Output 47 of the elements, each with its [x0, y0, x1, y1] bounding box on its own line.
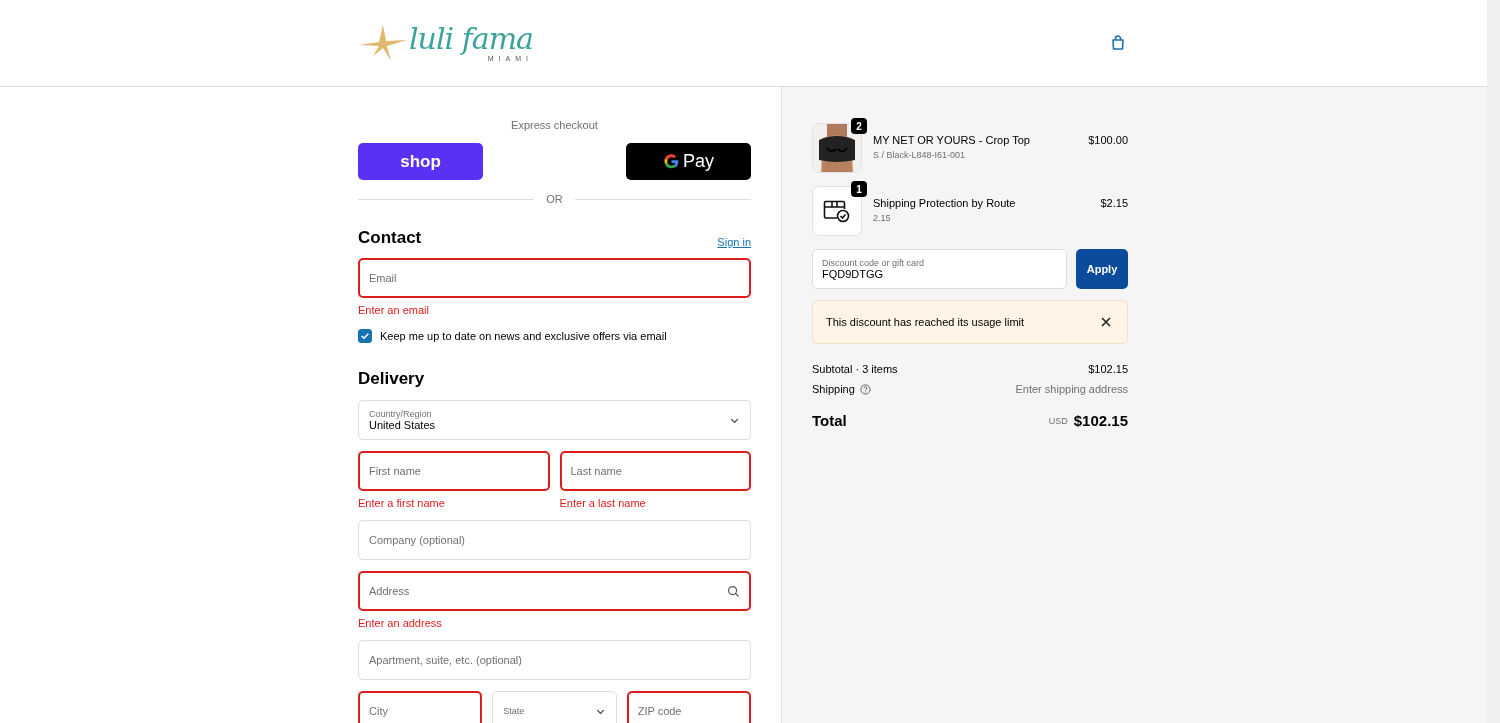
input-field[interactable]: First name: [358, 451, 550, 491]
error-message: Enter a last name: [559, 497, 647, 509]
package-check-icon: [823, 199, 851, 223]
shop-pay-button[interactable]: shop: [358, 143, 483, 180]
checkbox[interactable]: [358, 329, 372, 343]
delivery-heading: Delivery: [358, 369, 426, 389]
search-icon: [727, 584, 740, 598]
select-field[interactable]: State: [492, 691, 617, 723]
error-message: Enter an email: [358, 304, 430, 316]
summary-value: $102.15: [1088, 363, 1128, 375]
email-field[interactable]: Email: [358, 258, 751, 298]
help-icon[interactable]: [859, 383, 871, 395]
address-field[interactable]: Address: [358, 571, 751, 611]
checkbox-label: Keep me up to date on news and exclusive offers via email: [380, 330, 667, 342]
logo-script: luli fama: [409, 24, 533, 54]
product-price: $100.00: [1088, 133, 1128, 146]
product-variant: S / Black-L848-I61-001: [873, 150, 967, 160]
error-message: Enter a first name: [358, 497, 446, 509]
contact-heading: Contact: [358, 228, 422, 248]
summary-label: Shipping: [812, 383, 855, 395]
product-variant: 2.15: [873, 213, 892, 223]
product-price: $2.15: [1100, 196, 1128, 209]
apply-button[interactable]: Apply: [1076, 249, 1128, 289]
quantity-badge: 1: [851, 181, 867, 197]
summary-value: Enter shipping address: [1015, 383, 1128, 395]
checkmark-icon: [360, 331, 370, 341]
product-name: Shipping Protection by Route: [873, 197, 1017, 209]
sign-in-link[interactable]: Sign in: [717, 236, 751, 248]
google-pay-button[interactable]: Pay: [626, 143, 751, 180]
google-g-icon: [663, 153, 680, 170]
total-amount: $102.15: [1073, 412, 1128, 429]
select-field[interactable]: Country/Region United States: [358, 400, 751, 440]
currency-code: USD: [1048, 415, 1068, 426]
close-icon[interactable]: [1101, 317, 1111, 327]
input-field[interactable]: Last name: [559, 451, 751, 491]
error-message: Enter an address: [358, 617, 443, 629]
quantity-badge: 2: [851, 118, 867, 134]
input-field[interactable]: ZIP code: [626, 691, 751, 723]
notice-text: This discount has reached its usage limit: [826, 316, 1025, 328]
bag-icon[interactable]: [1110, 35, 1126, 51]
summary-label: Subtotal · 3 items: [812, 363, 898, 375]
express-checkout-title: Express checkout: [510, 119, 599, 131]
total-label: Total: [812, 412, 847, 429]
or-divider-text: OR: [546, 193, 563, 205]
product-name: MY NET OR YOURS - Crop Top: [873, 134, 1031, 146]
input-field[interactable]: City: [358, 691, 483, 723]
discount-field[interactable]: Discount code or gift card FQD9DTGG: [812, 249, 1067, 289]
